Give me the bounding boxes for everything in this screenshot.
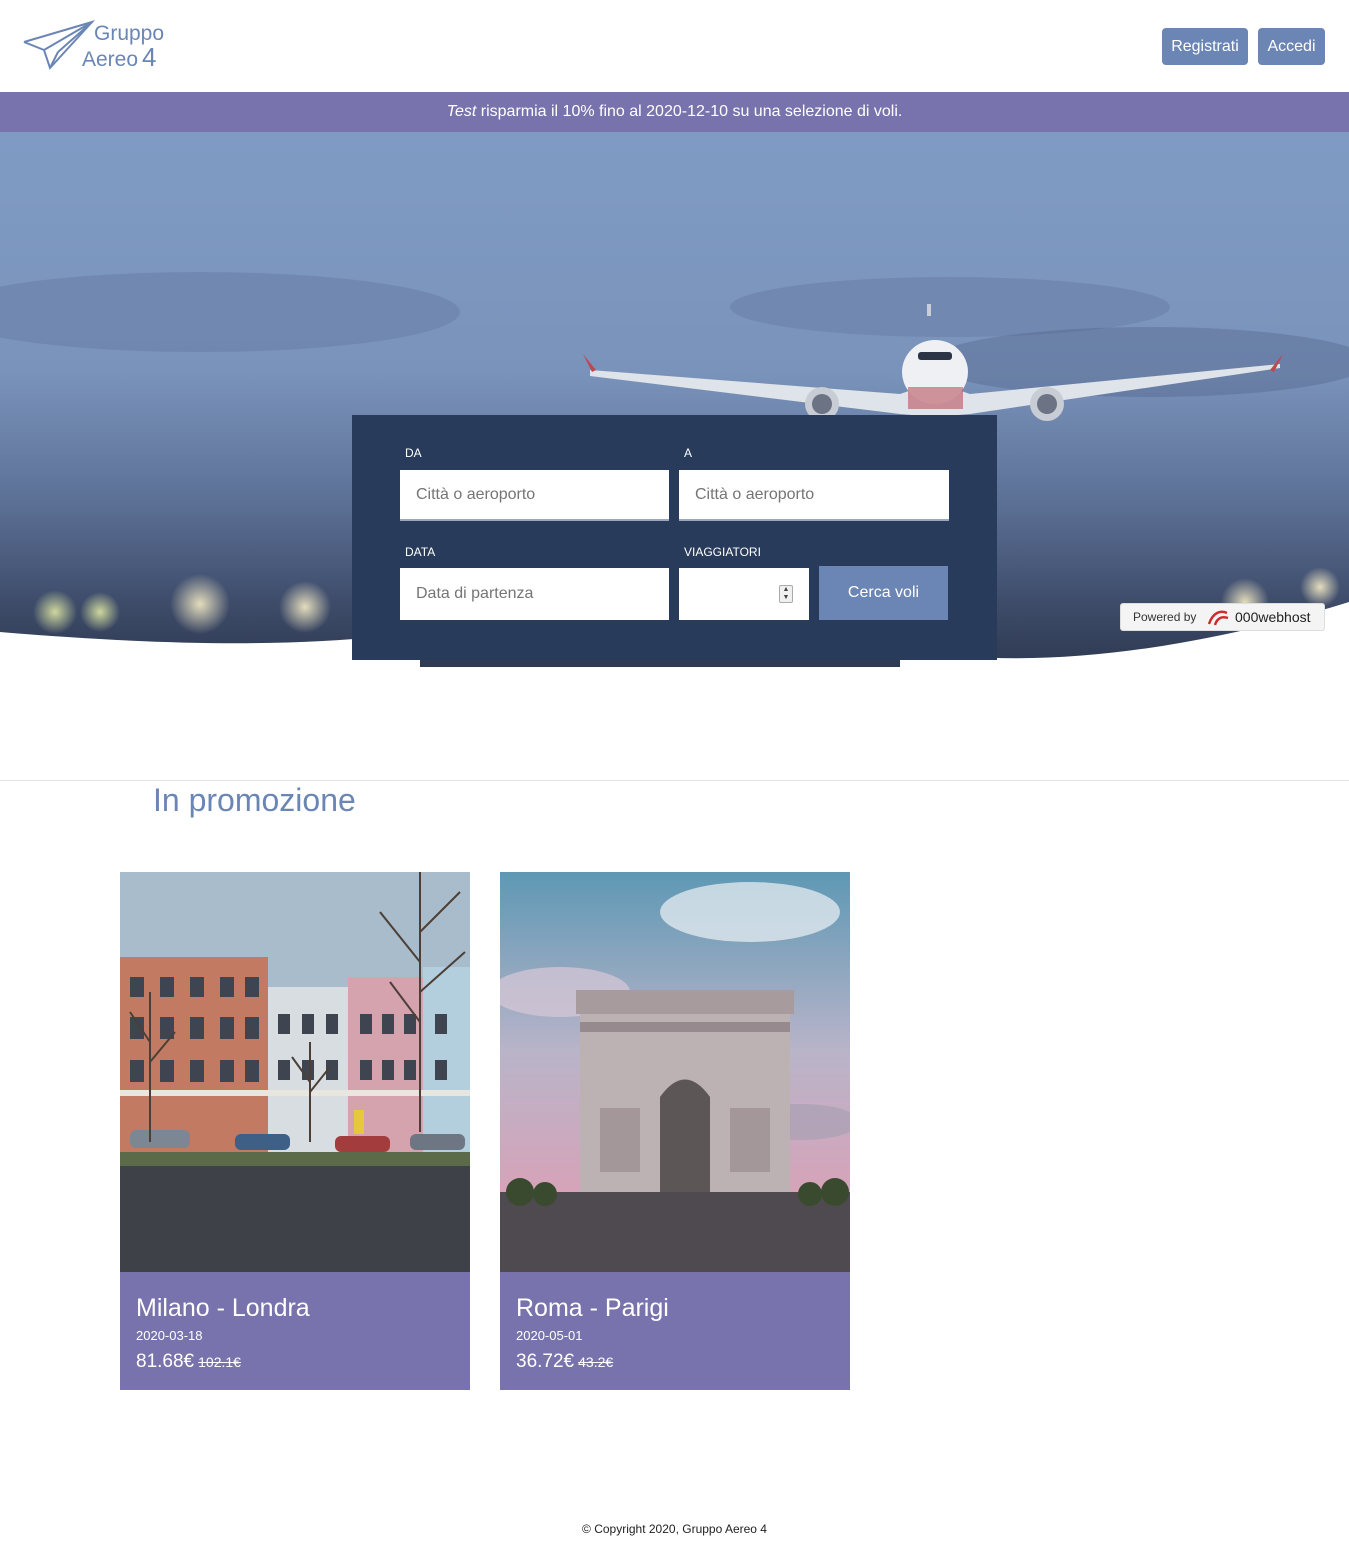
brand-name-line2: Aereo 4 bbox=[82, 42, 157, 72]
banner-text: risparmia il 10% fino al 2020-12-10 su u… bbox=[476, 103, 903, 120]
brand-name-word: Aereo bbox=[82, 48, 139, 71]
promo-card-body: Milano - Londra 2020-03-18 81.68€ 102.1€ bbox=[120, 1272, 470, 1390]
promo-banner: Test risparmia il 10% fino al 2020-12-10… bbox=[0, 92, 1349, 132]
from-input[interactable] bbox=[400, 470, 669, 521]
promo-card[interactable]: Milano - Londra 2020-03-18 81.68€ 102.1€ bbox=[120, 872, 470, 1390]
card-old-price: 43.2€ bbox=[578, 1354, 614, 1370]
brand-number: 4 bbox=[142, 42, 157, 72]
powered-by-badge[interactable]: Powered by 000webhost bbox=[1120, 603, 1325, 631]
powered-by-label: Powered by bbox=[1133, 610, 1197, 624]
stepper-up-icon[interactable]: ▲ bbox=[780, 586, 792, 594]
from-label: DA bbox=[405, 446, 422, 460]
search-flights-button[interactable]: Cerca voli bbox=[819, 566, 948, 620]
promo-card-body: Roma - Parigi 2020-05-01 36.72€ 43.2€ bbox=[500, 1272, 850, 1390]
card-route: Roma - Parigi bbox=[516, 1294, 669, 1322]
arc-de-triomphe-image bbox=[500, 872, 850, 1272]
promo-section-title: In promozione bbox=[153, 782, 356, 818]
site-header: Gruppo Aereo 4 Registrati Accedi bbox=[0, 0, 1349, 92]
powered-by-brand: 000webhost bbox=[1235, 609, 1311, 625]
travelers-label: VIAGGIATORI bbox=[684, 545, 761, 559]
webhost-logo-icon bbox=[1207, 610, 1229, 626]
to-label: A bbox=[684, 446, 693, 460]
card-route: Milano - Londra bbox=[136, 1294, 310, 1322]
card-price: 36.72€ 43.2€ bbox=[516, 1350, 613, 1374]
date-label: DATA bbox=[405, 545, 436, 559]
to-input[interactable] bbox=[679, 470, 949, 521]
banner-highlight: Test bbox=[446, 103, 477, 120]
stepper-down-icon[interactable]: ▼ bbox=[780, 594, 792, 602]
card-date: 2020-05-01 bbox=[516, 1328, 583, 1343]
card-date: 2020-03-18 bbox=[136, 1328, 203, 1343]
london-houses-image bbox=[120, 872, 470, 1272]
brand-logo[interactable]: Gruppo Aereo 4 bbox=[22, 20, 182, 74]
travelers-stepper[interactable]: ▲ ▼ bbox=[779, 585, 793, 603]
flight-search-panel bbox=[352, 415, 997, 660]
register-button[interactable]: Registrati bbox=[1162, 28, 1248, 65]
card-old-price: 102.1€ bbox=[198, 1354, 241, 1370]
footer-copyright: © Copyright 2020, Gruppo Aereo 4 bbox=[582, 1522, 767, 1536]
promo-card[interactable]: Roma - Parigi 2020-05-01 36.72€ 43.2€ bbox=[500, 872, 850, 1390]
login-button[interactable]: Accedi bbox=[1258, 28, 1325, 65]
card-current-price: 36.72€ bbox=[516, 1351, 575, 1372]
card-current-price: 81.68€ bbox=[136, 1351, 195, 1372]
date-input[interactable] bbox=[400, 568, 669, 620]
card-price: 81.68€ 102.1€ bbox=[136, 1350, 241, 1374]
